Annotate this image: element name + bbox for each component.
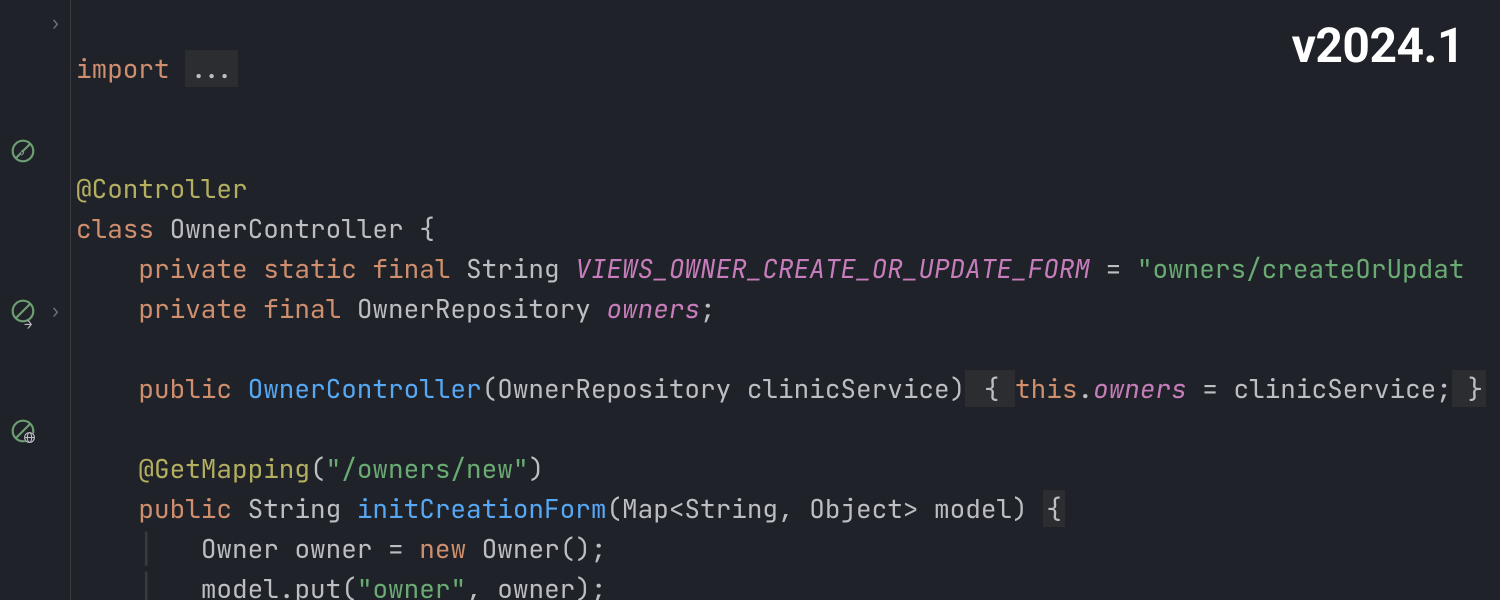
version-watermark: v2024.1 bbox=[1292, 22, 1464, 70]
assignment: = clinicService; bbox=[1187, 371, 1452, 406]
keyword-this: this bbox=[1015, 371, 1077, 406]
class-name: OwnerController bbox=[170, 211, 420, 246]
keyword-final: final bbox=[263, 291, 357, 326]
inspection-icon[interactable] bbox=[10, 138, 36, 164]
var-owner: owner bbox=[294, 531, 372, 566]
fold-toggle-icon[interactable]: › bbox=[50, 303, 61, 321]
var-model: model bbox=[201, 571, 279, 600]
editor-gutter: › → › bbox=[0, 0, 70, 600]
keyword-new: new bbox=[419, 531, 481, 566]
code-line: private static final String VIEWS_OWNER_… bbox=[76, 251, 1464, 286]
ctor-owner: Owner bbox=[482, 531, 560, 566]
keyword-import: import bbox=[76, 51, 185, 86]
paren-open: ( bbox=[310, 451, 326, 486]
annotation-controller: @Controller bbox=[76, 171, 248, 206]
brace: { bbox=[419, 211, 435, 246]
type-ownerrepository: OwnerRepository bbox=[357, 291, 607, 326]
code-line: │ Owner owner = new Owner(); bbox=[76, 531, 607, 566]
string-literal: "owner" bbox=[357, 571, 466, 600]
keyword-private: private bbox=[138, 291, 263, 326]
gutter-border bbox=[70, 0, 71, 600]
code-line: │ model.put("owner", owner); bbox=[76, 571, 606, 600]
code-line: @GetMapping("/owners/new") bbox=[76, 451, 544, 486]
code-line: private final OwnerRepository owners; bbox=[76, 291, 716, 326]
annotation-getmapping: @GetMapping bbox=[138, 451, 310, 486]
constant-name: VIEWS_OWNER_CREATE_OR_UPDATE_FORM bbox=[575, 251, 1090, 286]
dot-put: .put( bbox=[279, 571, 357, 600]
keyword-private: private bbox=[138, 251, 263, 286]
params: (Map<String, Object> model) bbox=[606, 491, 1043, 526]
fold-toggle-icon[interactable]: › bbox=[50, 15, 61, 33]
constructor-name: OwnerController bbox=[248, 371, 482, 406]
folded-body-open[interactable]: { bbox=[965, 370, 1015, 407]
var-owner: owner bbox=[497, 571, 575, 600]
string-literal: "owners/createOrUpdat bbox=[1137, 251, 1465, 286]
arrow-icon: → bbox=[24, 318, 32, 332]
close-paren-semi: ); bbox=[575, 571, 606, 600]
code-line: class OwnerController { bbox=[76, 211, 435, 246]
web-mapping-icon[interactable] bbox=[10, 418, 36, 444]
folded-placeholder[interactable]: ... bbox=[185, 50, 238, 87]
keyword-public: public bbox=[138, 491, 247, 526]
code-line: @Controller bbox=[76, 171, 248, 206]
brace: { bbox=[1043, 490, 1065, 527]
type-string: String bbox=[466, 251, 575, 286]
string-literal: "/owners/new" bbox=[326, 451, 529, 486]
keyword-final: final bbox=[372, 251, 466, 286]
code-line: public OwnerController(OwnerRepository c… bbox=[76, 370, 1486, 407]
paren-semi: (); bbox=[560, 531, 607, 566]
semicolon: ; bbox=[700, 291, 716, 326]
method-initcreationform: initCreationForm bbox=[357, 491, 607, 526]
params: (OwnerRepository clinicService) bbox=[482, 371, 966, 406]
keyword-static: static bbox=[263, 251, 372, 286]
comma: , bbox=[466, 571, 497, 600]
operator-eq: = bbox=[1090, 251, 1137, 286]
paren-close: ) bbox=[528, 451, 544, 486]
field-owners: owners bbox=[1093, 371, 1187, 406]
keyword-class: class bbox=[76, 211, 170, 246]
keyword-public: public bbox=[138, 371, 247, 406]
type-string: String bbox=[248, 491, 357, 526]
code-editor[interactable]: import ... @Controller class OwnerContro… bbox=[76, 9, 1486, 600]
field-owners: owners bbox=[606, 291, 700, 326]
operator-eq: = bbox=[372, 531, 419, 566]
dot: . bbox=[1077, 371, 1093, 406]
type-owner: Owner bbox=[201, 531, 295, 566]
code-line: import ... bbox=[76, 50, 238, 87]
code-line: public String initCreationForm(Map<Strin… bbox=[76, 490, 1065, 527]
folded-body-close[interactable]: } bbox=[1452, 370, 1486, 407]
